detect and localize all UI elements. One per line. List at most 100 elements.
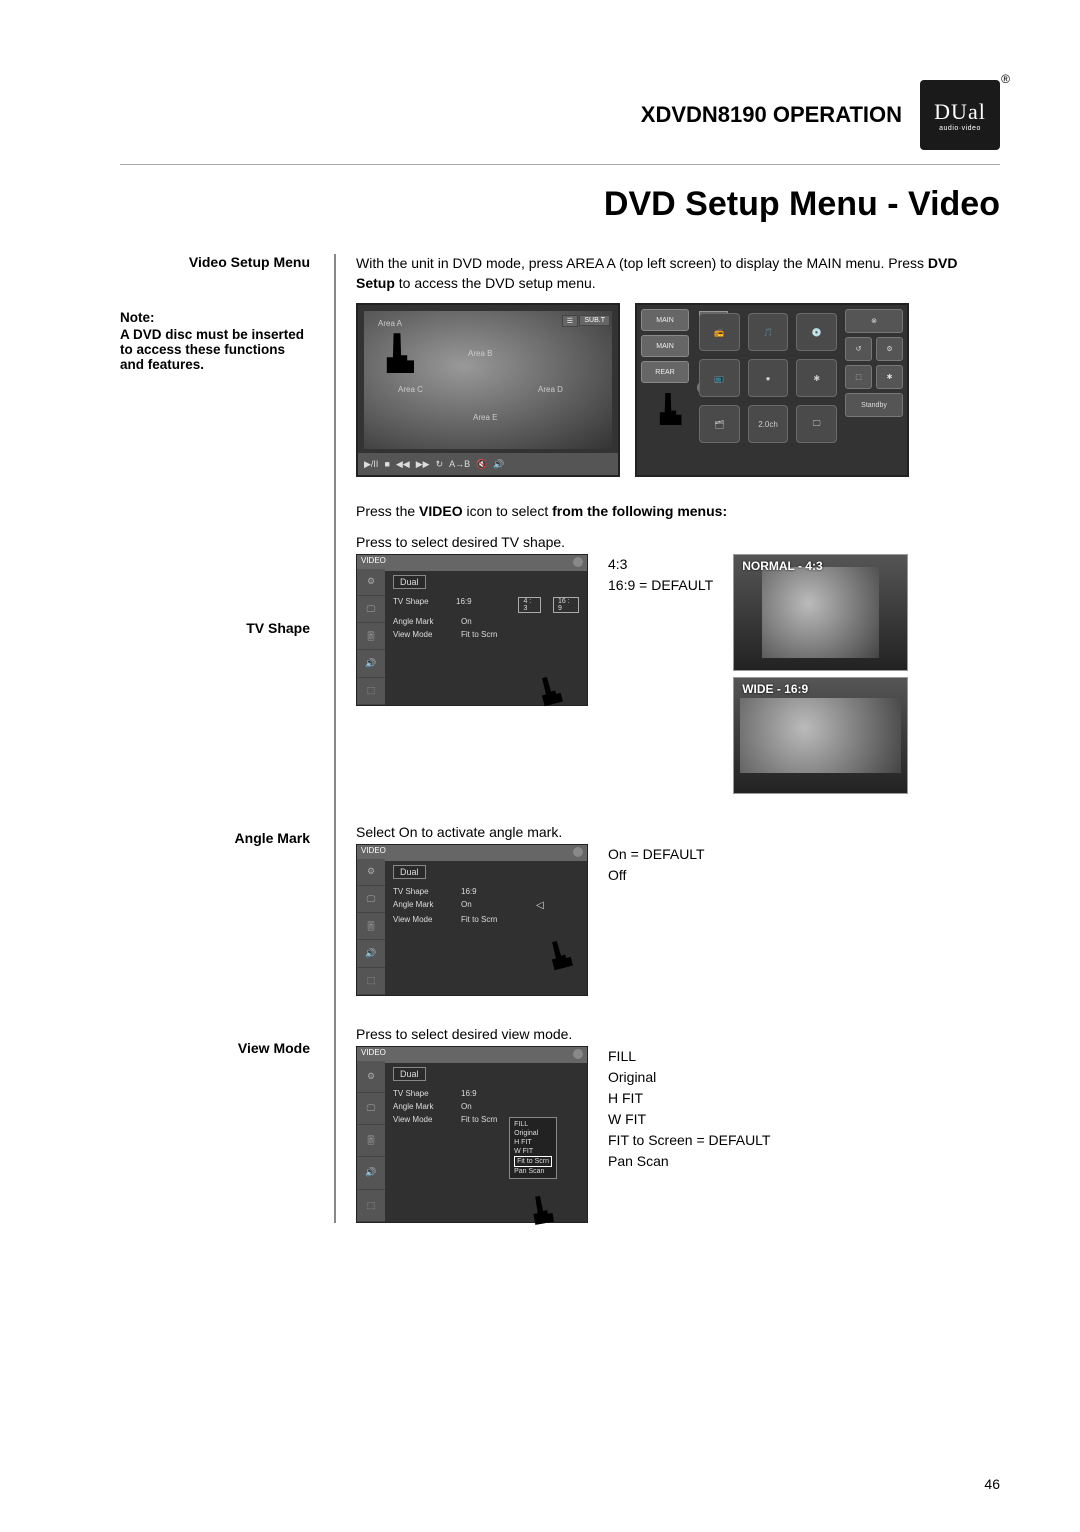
aspect-box[interactable]: 16 : 9 bbox=[553, 597, 579, 613]
side-icon[interactable]: ⚙ bbox=[876, 337, 903, 361]
pv-a: Press the bbox=[356, 503, 419, 519]
sidebar-icon[interactable]: 🔊 bbox=[357, 650, 385, 677]
sidebar-icon[interactable]: ⚙ bbox=[357, 859, 385, 886]
setting-row[interactable]: TV Shape 16:9 bbox=[393, 885, 579, 898]
close-icon[interactable] bbox=[573, 1049, 583, 1059]
grid-cell-icon[interactable]: 📺 bbox=[699, 359, 740, 397]
grid-cell-icon[interactable]: 🎵 bbox=[748, 313, 789, 351]
row-val: 16:9 bbox=[456, 597, 506, 613]
dropdown-item[interactable]: W FIT bbox=[514, 1147, 552, 1156]
grid-cell-icon[interactable]: 🖵 bbox=[796, 405, 837, 443]
play-pause-icon[interactable]: ▶/II bbox=[364, 459, 378, 470]
brand-badge: Dual bbox=[393, 575, 426, 589]
sidebar-icon[interactable]: ⚙ bbox=[357, 569, 385, 596]
row-val: Fit to Scrn bbox=[461, 915, 516, 924]
page-number: 46 bbox=[984, 1476, 1000, 1492]
grid-cell-icon[interactable]: 🗂 bbox=[699, 405, 740, 443]
ffwd-icon[interactable]: ▶▶ bbox=[416, 459, 430, 470]
label-angle-mark: Angle Mark bbox=[120, 830, 310, 846]
ab-repeat-icon[interactable]: A→B bbox=[449, 459, 470, 469]
logo-text: DUal bbox=[934, 99, 986, 125]
rewind-icon[interactable]: ◀◀ bbox=[396, 459, 410, 470]
dropdown-item[interactable]: FILL bbox=[514, 1120, 552, 1129]
area-c-label: Area C bbox=[398, 385, 423, 394]
setting-row[interactable]: Angle Mark On bbox=[393, 615, 579, 628]
mute-icon[interactable]: 🔇 bbox=[476, 459, 487, 470]
side-icon[interactable]: ✱ bbox=[876, 365, 903, 389]
menu-right-side: ⊗ ↺ ⚙ ⬚ ✱ Standby bbox=[845, 309, 903, 471]
aspect-box[interactable]: 4 : 3 bbox=[518, 597, 541, 613]
dropdown-item[interactable]: Pan Scan bbox=[514, 1167, 552, 1176]
brand-badge: Dual bbox=[393, 865, 426, 879]
tvshape-instruction: Press to select desired TV shape. bbox=[356, 534, 1000, 550]
row-val: Fit to Scrn bbox=[461, 1115, 516, 1124]
close-icon[interactable] bbox=[573, 847, 583, 857]
sidebar-icon[interactable]: 🎚 bbox=[357, 1125, 385, 1157]
setting-row[interactable]: TV Shape 16:9 4 : 3 16 : 9 bbox=[393, 595, 579, 615]
press-video-line: Press the VIDEO icon to select from the … bbox=[356, 502, 1000, 522]
row-key: Angle Mark bbox=[393, 900, 453, 911]
close-icon[interactable] bbox=[573, 557, 583, 567]
grid-cell-icon[interactable]: ● bbox=[748, 359, 789, 397]
row-key: View Mode bbox=[393, 1115, 453, 1124]
standby-button[interactable]: Standby bbox=[845, 393, 903, 417]
setting-row[interactable]: View Mode Fit to Scrn bbox=[393, 913, 579, 926]
settings-sidebar: ⚙ 🖵 🎚 🔊 ⬚ bbox=[357, 569, 385, 705]
setting-row[interactable]: Angle Mark On bbox=[393, 1100, 579, 1113]
menu-btn-rear[interactable]: REAR bbox=[641, 361, 689, 383]
side-icon[interactable]: ⬚ bbox=[845, 365, 872, 389]
option-item: Pan Scan bbox=[608, 1151, 770, 1172]
sidebar-icon[interactable]: 🎚 bbox=[357, 913, 385, 940]
sidebar-icon[interactable]: 🔊 bbox=[357, 1157, 385, 1189]
row-val: On bbox=[461, 900, 516, 911]
repeat-icon[interactable]: ↻ bbox=[436, 459, 444, 470]
grid-cell-icon[interactable]: ✱ bbox=[796, 359, 837, 397]
angle-mark-block: Select On to activate angle mark. VIDEO … bbox=[356, 824, 1000, 996]
sidebar-icon[interactable]: 🔊 bbox=[357, 940, 385, 967]
dropdown-item[interactable]: H FIT bbox=[514, 1138, 552, 1147]
row-key: Angle Mark bbox=[393, 1102, 453, 1111]
thumb-label: WIDE - 16:9 bbox=[742, 682, 808, 696]
sidebar-icon[interactable]: ⬚ bbox=[357, 678, 385, 705]
note-body: A DVD disc must be inserted to access th… bbox=[120, 327, 310, 372]
setting-row[interactable]: View Mode Fit to Scrn bbox=[393, 628, 579, 641]
settings-body: Dual TV Shape 16:9 Angle Mark On ◁ bbox=[385, 859, 587, 995]
area-a-label: Area A bbox=[378, 319, 402, 328]
intro-a: With the unit in DVD mode, press AREA A … bbox=[356, 255, 928, 271]
dropdown-item-selected[interactable]: Fit to Scrn bbox=[514, 1156, 552, 1167]
grid-cell-src[interactable]: 2.0ch bbox=[748, 405, 789, 443]
anglemark-instruction: Select On to activate angle mark. bbox=[356, 824, 1000, 840]
sidebar-icon[interactable]: ⬚ bbox=[357, 1190, 385, 1222]
sidebar-icon[interactable]: 🖵 bbox=[357, 1093, 385, 1125]
dropdown-item[interactable]: Original bbox=[514, 1129, 552, 1138]
brand-badge: Dual bbox=[393, 1067, 426, 1081]
menu-btn-main-1[interactable]: MAIN bbox=[641, 309, 689, 331]
sidebar-icon[interactable]: ⬚ bbox=[357, 968, 385, 995]
settings-body: Dual TV Shape 16:9 Angle Mark On View Mo… bbox=[385, 1061, 587, 1222]
area-b-label: Area B bbox=[468, 349, 492, 358]
pv-c: icon to select bbox=[463, 503, 553, 519]
grid-cell-icon[interactable]: 📻 bbox=[699, 313, 740, 351]
setting-row[interactable]: TV Shape 16:9 bbox=[393, 1087, 579, 1100]
header-title: XDVDN8190 OPERATION bbox=[641, 102, 902, 128]
sidebar-icon[interactable]: 🖵 bbox=[357, 886, 385, 913]
setting-row[interactable]: Angle Mark On ◁ bbox=[393, 898, 579, 913]
side-icon[interactable]: ↺ bbox=[845, 337, 872, 361]
vol-icon[interactable]: 🔊 bbox=[493, 459, 504, 470]
sidebar-icon[interactable]: 🖵 bbox=[357, 596, 385, 623]
row-val: 16:9 bbox=[461, 1089, 516, 1098]
left-labels-column: Video Setup Menu Note: A DVD disc must b… bbox=[120, 254, 310, 1223]
grid-cell-icon[interactable]: 💿 bbox=[796, 313, 837, 351]
sidebar-icon[interactable]: ⚙ bbox=[357, 1061, 385, 1093]
row-val: On bbox=[461, 617, 516, 626]
sidebar-icon[interactable]: 🎚 bbox=[357, 623, 385, 650]
header-model: XDVDN8190 bbox=[641, 102, 767, 127]
stop-icon[interactable]: ■ bbox=[384, 459, 389, 469]
viewmode-dropdown[interactable]: FILL Original H FIT W FIT Fit to Scrn Pa… bbox=[509, 1117, 557, 1180]
close-icon[interactable]: ⊗ bbox=[845, 309, 903, 333]
row-val: Fit to Scrn bbox=[461, 630, 516, 639]
playback-bar: ▶/II ■ ◀◀ ▶▶ ↻ A→B 🔇 🔊 bbox=[358, 453, 618, 475]
row-key: View Mode bbox=[393, 630, 453, 639]
option-item: Original bbox=[608, 1067, 770, 1088]
menu-btn-main-2[interactable]: MAIN bbox=[641, 335, 689, 357]
